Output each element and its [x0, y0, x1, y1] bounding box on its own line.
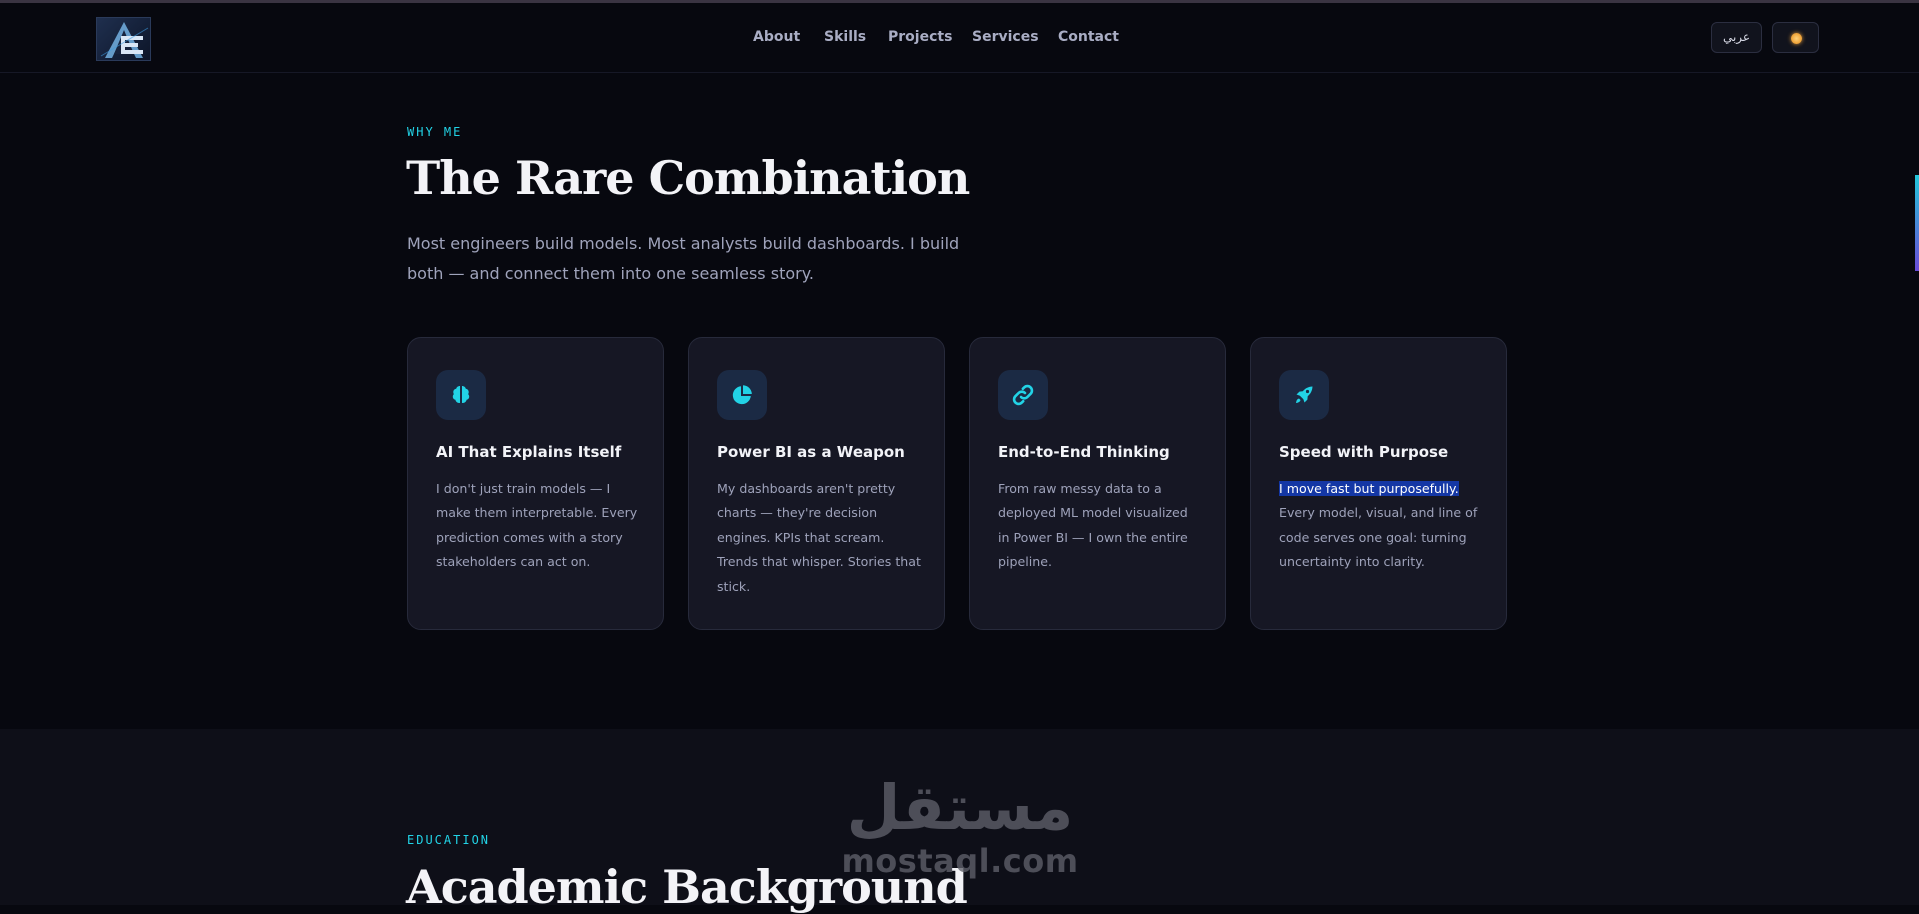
mostaql-watermark: مستقل mostaql.com	[840, 773, 1080, 893]
watermark-arabic: مستقل	[846, 771, 1074, 844]
brain-icon	[436, 370, 486, 420]
card-power-bi: Power BI as a Weapon My dashboards aren'…	[688, 337, 945, 630]
why-me-intro: Most engineers build models. Most analys…	[407, 234, 960, 283]
watermark-latin: mostaql.com	[841, 842, 1079, 880]
card-description: From raw messy data to a deployed ML mod…	[998, 481, 1188, 570]
card-description-text: Every model, visual, and line of code se…	[1279, 505, 1478, 570]
main-nav: About Skills Projects Services Contact	[0, 3, 1919, 73]
card-description: I move fast but purposefully. Every mode…	[1279, 477, 1484, 575]
card-description: My dashboards aren't pretty charts — the…	[717, 481, 921, 594]
nav-skills[interactable]: Skills	[824, 29, 866, 45]
brand-logo[interactable]	[96, 17, 151, 61]
card-end-to-end: End-to-End Thinking From raw messy data …	[969, 337, 1226, 630]
card-description: I don't just train models — I make them …	[436, 481, 638, 570]
why-me-eyebrow: WHY ME	[407, 125, 463, 139]
card-title: Speed with Purpose	[1279, 443, 1449, 461]
scroll-progress-indicator	[1915, 175, 1919, 271]
nav-contact[interactable]: Contact	[1058, 29, 1119, 45]
card-ai-explains: AI That Explains Itself I don't just tra…	[407, 337, 664, 630]
card-title: Power BI as a Weapon	[717, 443, 905, 461]
pie-chart-icon	[717, 370, 767, 420]
rocket-icon	[1279, 370, 1329, 420]
nav-projects[interactable]: Projects	[888, 29, 952, 45]
selected-text-highlight: I move fast but purposefully.	[1279, 481, 1459, 496]
education-eyebrow: EDUCATION	[407, 833, 491, 847]
card-title: End-to-End Thinking	[998, 443, 1170, 461]
theme-toggle-button[interactable]	[1772, 22, 1819, 53]
sun-icon	[1791, 33, 1802, 44]
card-speed: Speed with Purpose I move fast but purpo…	[1250, 337, 1507, 630]
nav-services[interactable]: Services	[972, 29, 1039, 45]
link-icon	[998, 370, 1048, 420]
language-toggle-button[interactable]: عربي	[1711, 22, 1762, 53]
why-me-title: The Rare Combination	[406, 151, 970, 205]
site-header: About Skills Projects Services Contact ع…	[0, 3, 1919, 73]
nav-about[interactable]: About	[753, 29, 800, 45]
card-title: AI That Explains Itself	[436, 443, 622, 461]
